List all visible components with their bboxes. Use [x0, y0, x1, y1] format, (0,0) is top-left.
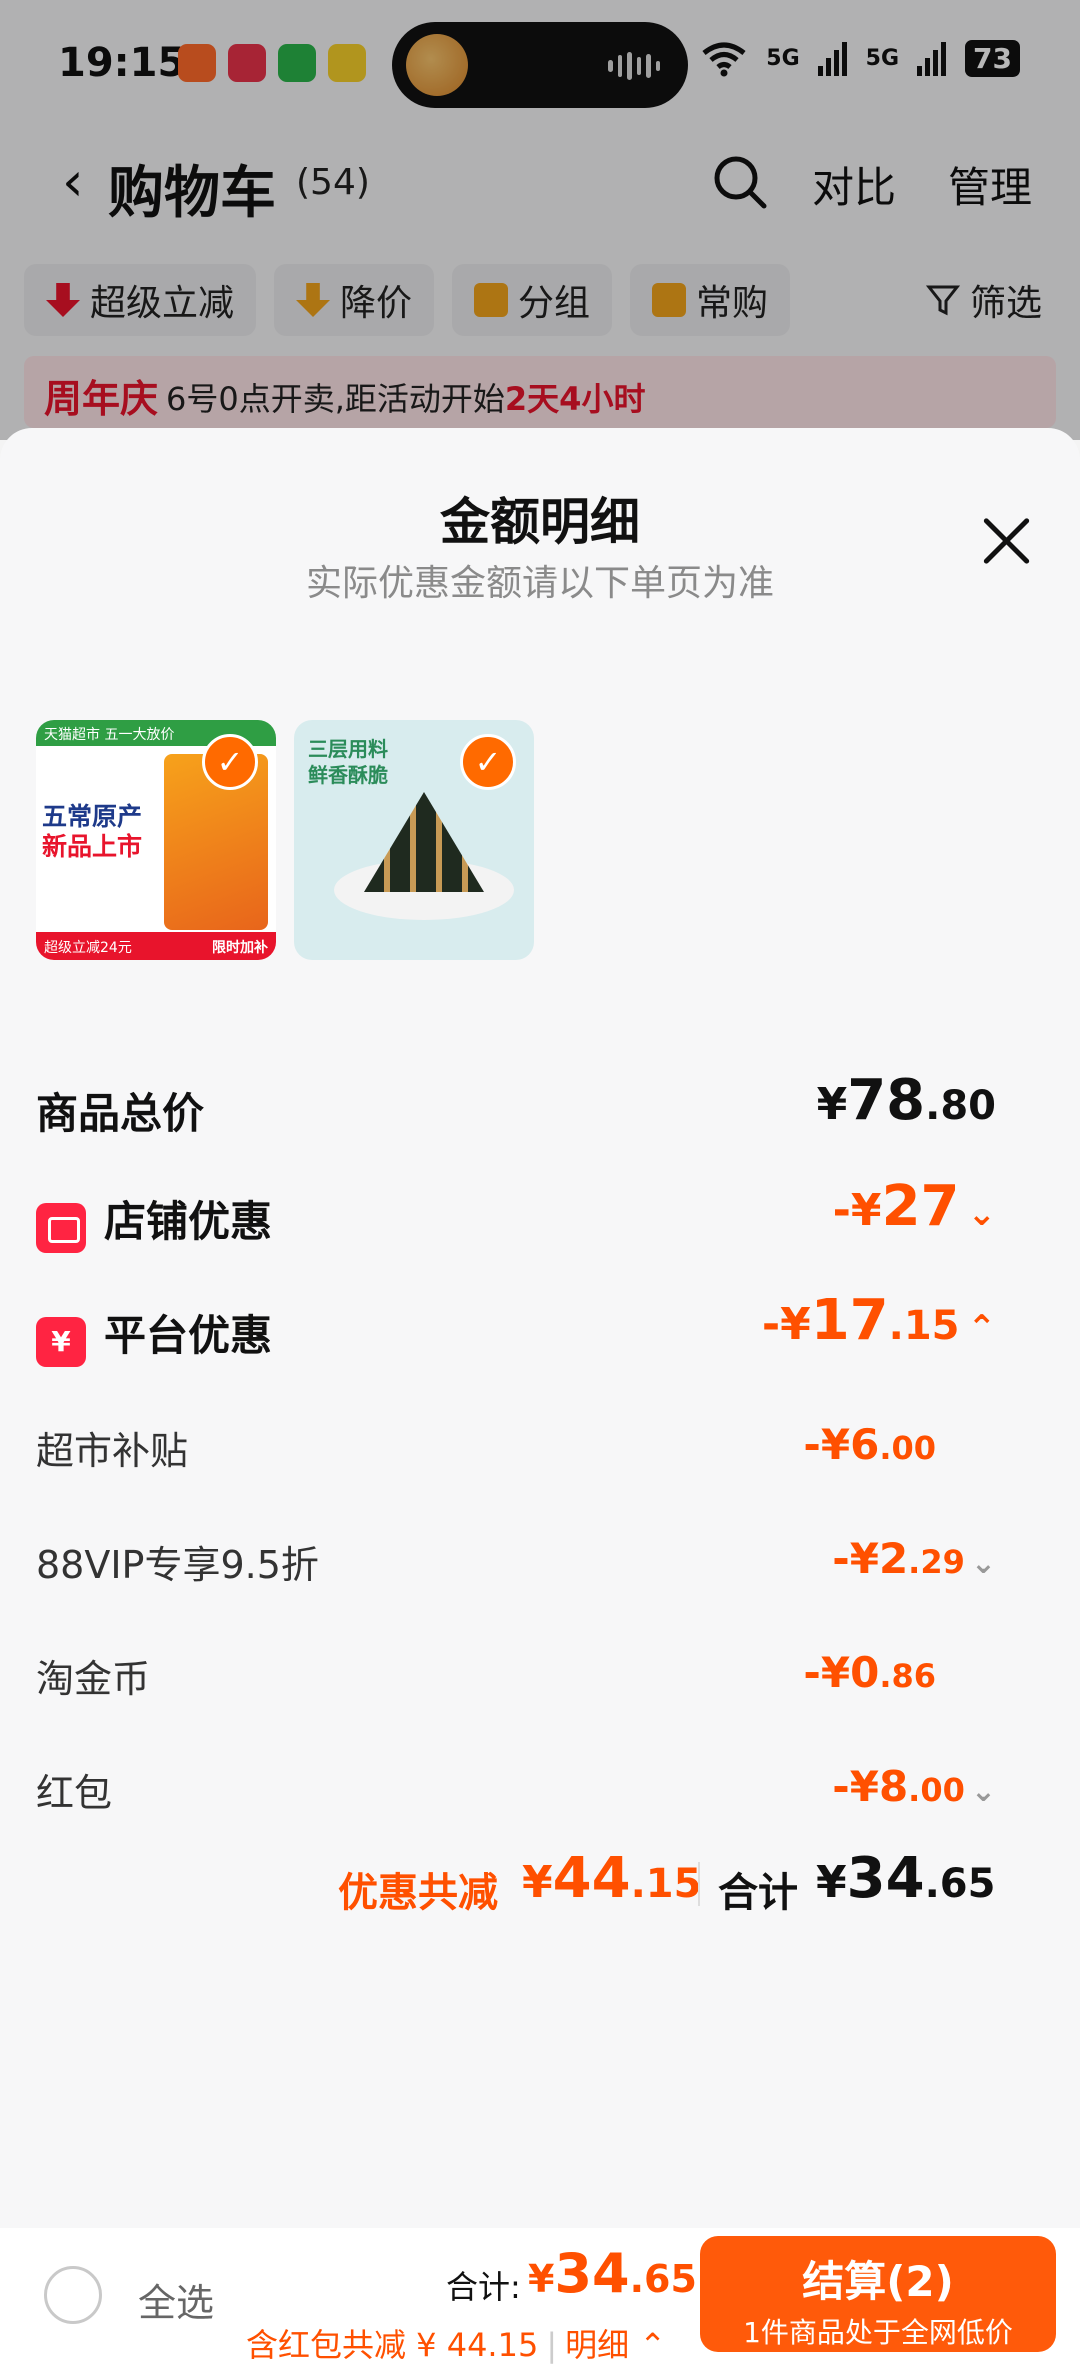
- chevron-down-icon[interactable]: ⌄: [968, 1194, 997, 1234]
- amount-main: 2: [878, 1534, 909, 1583]
- platform-discount-value: -¥17.15 ⌃: [762, 1288, 996, 1353]
- amount-cents: .00: [908, 1771, 965, 1809]
- discount-total-value: ¥44.15: [522, 1846, 701, 1911]
- currency-prefix: -¥: [803, 1648, 851, 1697]
- divider: |: [546, 2326, 558, 2364]
- thumb-headline-1: 五常原产: [42, 802, 143, 831]
- sub-discount-row: 淘金币 -¥0.86: [36, 1648, 996, 1703]
- product-thumbnails: 天猫超市 五一大放价 五常原产 新品上市 超级立减24元 限时加补 ✓ 三层用料鲜…: [36, 720, 534, 960]
- divider: [698, 1862, 700, 1906]
- shop-discount-value: -¥27 ⌄: [833, 1174, 996, 1239]
- sub-discount-value: -¥8.00 ⌄: [832, 1762, 996, 1811]
- summary-line: 优惠共减 ¥44.15 合计 ¥34.65: [0, 1846, 1080, 1926]
- select-all-label[interactable]: 全选: [138, 2272, 214, 2327]
- shop-discount-label: 店铺优惠: [104, 1197, 273, 1246]
- currency-prefix: -¥: [803, 1420, 851, 1469]
- currency-prefix: -¥: [832, 1762, 879, 1811]
- sub-discount-label: 88VIP专享9.5折: [36, 1543, 319, 1587]
- sheet-subtitle: 实际优惠金额请以下单页为准: [305, 563, 774, 604]
- total-price-label: 商品总价: [36, 1089, 205, 1138]
- amount-cents: .80: [925, 1083, 996, 1129]
- store-icon: [36, 1202, 86, 1253]
- sub-discount-row[interactable]: 红包 -¥8.00 ⌄: [36, 1762, 996, 1817]
- checkout-button[interactable]: 结算(2) 1件商品处于全网低价: [700, 2236, 1056, 2352]
- thumb-headline-2: 新品上市: [42, 832, 143, 861]
- currency-prefix: -¥: [832, 1185, 882, 1236]
- thumb-headline: 五常原产 新品上市: [42, 802, 142, 862]
- sub-discount-row[interactable]: 88VIP专享9.5折 -¥2.29 ⌄: [36, 1534, 996, 1589]
- sum-value: ¥34.65: [816, 1846, 995, 1911]
- amount-main: 6: [850, 1420, 880, 1469]
- amount-main: 8: [878, 1762, 909, 1811]
- chevron-down-icon[interactable]: ⌄: [971, 1546, 996, 1581]
- bottom-discount-info[interactable]: 含红包共减 ¥ 44.15 | 明细 ⌃: [246, 2320, 666, 2366]
- detail-toggle[interactable]: 明细: [565, 2326, 629, 2364]
- amount-main: 34: [846, 1846, 925, 1911]
- sub-discount-label: 红包: [36, 1771, 113, 1815]
- currency-prefix: -¥: [761, 1299, 811, 1350]
- thumb-footer: 超级立减24元 限时加补: [36, 932, 276, 960]
- sub-discount-label: 超市补贴: [36, 1429, 189, 1473]
- close-icon[interactable]: [976, 510, 1036, 570]
- chevron-up-icon[interactable]: ⌃: [968, 1308, 997, 1348]
- amount-cents: .15: [630, 1861, 702, 1907]
- thumb-label-1: 三层用料: [308, 737, 388, 761]
- amount-main: 44: [552, 1846, 631, 1911]
- checkmark-icon[interactable]: ✓: [460, 734, 516, 790]
- sub-discount-value: -¥6.00: [803, 1420, 936, 1469]
- total-price-value: ¥78.80: [817, 1068, 996, 1133]
- chevron-down-icon[interactable]: ⌄: [971, 1774, 996, 1809]
- amount-cents: .00: [879, 1429, 936, 1467]
- amount-main: 0: [850, 1648, 880, 1697]
- amount-main: 34: [554, 2242, 630, 2305]
- sum-label: 合计: [718, 1870, 798, 1916]
- platform-discount-row[interactable]: ¥ 平台优惠 -¥17.15 ⌃: [36, 1288, 996, 1371]
- thumb-footer-left: 超级立减24元: [44, 940, 132, 956]
- bottom-discount-text: 含红包共减 ¥ 44.15: [246, 2326, 539, 2364]
- thumb-label: 三层用料 鲜香酥脆: [308, 736, 388, 788]
- amount-cents: .29: [908, 1543, 965, 1581]
- currency-symbol: ¥: [522, 1857, 553, 1908]
- currency-symbol: ¥: [816, 1857, 847, 1908]
- platform-discount-label: 平台优惠: [104, 1311, 273, 1360]
- currency-prefix: -¥: [832, 1534, 879, 1583]
- amount-main: 27: [881, 1174, 960, 1239]
- sub-discount-label: 淘金币: [36, 1657, 151, 1701]
- currency-symbol: ¥: [816, 1079, 848, 1130]
- select-all-radio[interactable]: [44, 2266, 102, 2324]
- sub-discount-value: -¥2.29 ⌄: [832, 1534, 996, 1583]
- sheet-title: 金额明细: [440, 493, 640, 551]
- amount-cents: .65: [924, 1861, 996, 1907]
- amount-cents: .65: [629, 2257, 697, 2301]
- checkmark-icon[interactable]: ✓: [202, 734, 258, 790]
- amount-cents: .86: [879, 1657, 936, 1695]
- seaweed-rolls-image: [364, 792, 484, 892]
- checkout-sublabel: 1件商品处于全网低价: [743, 2316, 1013, 2349]
- shop-discount-row[interactable]: 店铺优惠 -¥27 ⌄: [36, 1174, 996, 1257]
- total-price-row: 商品总价 ¥78.80: [36, 1068, 996, 1141]
- amount-main: 17: [810, 1288, 889, 1353]
- discount-total-label: 优惠共减: [338, 1870, 498, 1916]
- amount-main: 78: [847, 1068, 926, 1133]
- checkout-label: 结算(2): [802, 2257, 954, 2306]
- coupon-icon: ¥: [36, 1316, 86, 1367]
- chevron-up-icon[interactable]: ⌃: [629, 2326, 666, 2364]
- thumb-footer-right: 限时加补: [212, 940, 268, 956]
- currency-symbol: ¥: [528, 2257, 555, 2301]
- checkout-bar: 全选 合计: ¥34.65 含红包共减 ¥ 44.15 | 明细 ⌃ 结算(2) 1…: [0, 2228, 1080, 2376]
- product-thumbnail-seaweed-roll[interactable]: 三层用料 鲜香酥脆 ✓: [294, 720, 534, 960]
- bottom-total-value: ¥34.65: [528, 2242, 697, 2305]
- amount-detail-sheet: 金额明细 实际优惠金额请以下单页为准 天猫超市 五一大放价 五常原产 新品上市 超…: [0, 428, 1080, 2376]
- amount-cents: .15: [888, 1303, 960, 1349]
- modal-overlay[interactable]: [0, 0, 1080, 440]
- sub-discount-row: 超市补贴 -¥6.00: [36, 1420, 996, 1475]
- thumb-label-2: 鲜香酥脆: [308, 763, 388, 787]
- product-thumbnail-rice[interactable]: 天猫超市 五一大放价 五常原产 新品上市 超级立减24元 限时加补 ✓: [36, 720, 276, 960]
- sub-discount-value: -¥0.86: [803, 1648, 936, 1697]
- bottom-total-label: 合计:: [446, 2268, 521, 2306]
